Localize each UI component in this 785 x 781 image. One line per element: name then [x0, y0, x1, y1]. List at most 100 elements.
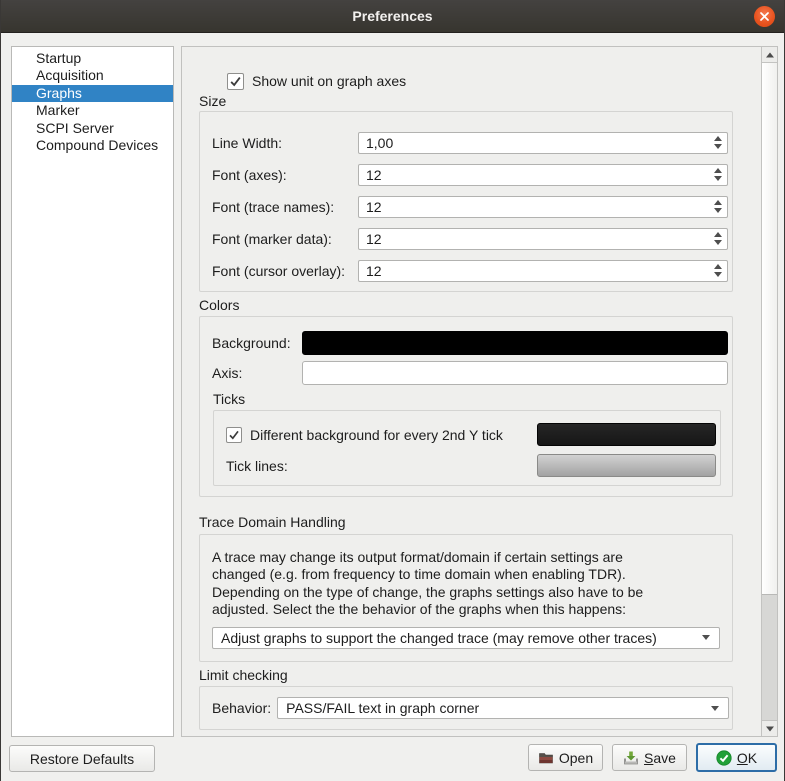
- font-axes-label: Font (axes):: [212, 167, 358, 183]
- checkmark-icon: [228, 429, 240, 441]
- save-icon: [623, 750, 639, 766]
- font-marker-data-spin-buttons[interactable]: [709, 229, 727, 249]
- limit-behavior-dropdown[interactable]: PASS/FAIL text in graph corner: [277, 697, 729, 719]
- sidebar-item-compound-devices[interactable]: Compound Devices: [12, 137, 173, 154]
- colors-group-title: Colors: [199, 297, 733, 315]
- close-button[interactable]: [754, 6, 775, 27]
- font-cursor-overlay-row: Font (cursor overlay): 12: [212, 260, 728, 282]
- open-button-label: Open: [559, 750, 593, 766]
- font-axes-row: Font (axes): 12: [212, 164, 728, 186]
- line-width-label: Line Width:: [212, 135, 358, 151]
- ticks-group-title: Ticks: [213, 391, 729, 407]
- size-groupbox: Line Width: 1,00 Font (axes): 12: [199, 111, 733, 292]
- font-cursor-overlay-spin-buttons[interactable]: [709, 261, 727, 281]
- size-group-title: Size: [199, 93, 733, 111]
- ok-button[interactable]: OK: [696, 743, 777, 772]
- background-color-row: Background:: [212, 331, 729, 355]
- spin-down-icon[interactable]: [714, 240, 722, 245]
- chevron-down-icon: [711, 706, 719, 711]
- trace-behavior-dropdown-value: Adjust graphs to support the changed tra…: [213, 630, 702, 646]
- chevron-down-icon: [702, 635, 710, 640]
- axis-color-row: Axis:: [212, 361, 729, 385]
- limit-behavior-row: Behavior: PASS/FAIL text in graph corner: [212, 697, 729, 719]
- spin-down-icon[interactable]: [714, 272, 722, 277]
- ok-check-icon: [716, 750, 732, 766]
- axis-color-button[interactable]: [302, 361, 728, 385]
- dialog-content: Startup Acquisition Graphs Marker SCPI S…: [1, 33, 784, 781]
- limit-groupbox: Behavior: PASS/FAIL text in graph corner: [199, 686, 733, 730]
- scrollbar-up-button[interactable]: [762, 47, 777, 63]
- tick-lines-row: Tick lines:: [226, 454, 718, 477]
- tick-background-color-button[interactable]: [537, 423, 716, 446]
- arrow-up-icon: [766, 52, 774, 57]
- spin-down-icon[interactable]: [714, 144, 722, 149]
- spin-down-icon[interactable]: [714, 176, 722, 181]
- font-trace-names-spinbox[interactable]: 12: [358, 196, 728, 218]
- spin-down-icon[interactable]: [714, 208, 722, 213]
- font-trace-names-label: Font (trace names):: [212, 199, 358, 215]
- font-marker-data-row: Font (marker data): 12: [212, 228, 728, 250]
- titlebar[interactable]: Preferences: [1, 0, 784, 33]
- font-marker-data-value[interactable]: 12: [359, 231, 709, 247]
- axis-color-label: Axis:: [212, 365, 302, 381]
- sidebar-item-acquisition[interactable]: Acquisition: [12, 67, 173, 84]
- line-width-spin-buttons[interactable]: [709, 133, 727, 153]
- tick-background-label: Different background for every 2nd Y tic…: [250, 427, 503, 443]
- font-trace-names-value[interactable]: 12: [359, 199, 709, 215]
- sidebar-item-startup[interactable]: Startup: [12, 50, 173, 67]
- sidebar-item-scpi-server[interactable]: SCPI Server: [12, 120, 173, 137]
- show-unit-checkbox[interactable]: [227, 73, 244, 90]
- spin-up-icon[interactable]: [714, 264, 722, 269]
- tick-lines-color-button[interactable]: [537, 454, 716, 477]
- close-icon: [759, 11, 770, 22]
- scrollbar-thumb[interactable]: [762, 63, 777, 595]
- graphs-settings-panel: Show unit on graph axes Size Line Width:…: [181, 46, 778, 737]
- sidebar-item-marker[interactable]: Marker: [12, 102, 173, 119]
- background-color-label: Background:: [212, 335, 302, 351]
- restore-defaults-label: Restore Defaults: [30, 751, 134, 767]
- open-button[interactable]: Open: [528, 744, 603, 771]
- folder-open-icon: [538, 750, 554, 766]
- line-width-spinbox[interactable]: 1,00: [358, 132, 728, 154]
- scrollbar-down-button[interactable]: [762, 720, 777, 736]
- font-marker-data-spinbox[interactable]: 12: [358, 228, 728, 250]
- spin-up-icon[interactable]: [714, 168, 722, 173]
- line-width-row: Line Width: 1,00: [212, 132, 728, 154]
- font-trace-names-row: Font (trace names): 12: [212, 196, 728, 218]
- trace-description-line: adjusted. Select the the behavior of the…: [212, 601, 720, 619]
- scrollbar-track[interactable]: [762, 595, 777, 720]
- trace-group-title: Trace Domain Handling: [199, 514, 733, 532]
- ticks-groupbox: Different background for every 2nd Y tic…: [213, 410, 721, 486]
- background-color-button[interactable]: [302, 331, 728, 355]
- trace-behavior-dropdown[interactable]: Adjust graphs to support the changed tra…: [212, 627, 720, 649]
- preferences-dialog: Preferences Startup Acquisition Graphs M…: [0, 0, 785, 781]
- spin-up-icon[interactable]: [714, 200, 722, 205]
- save-button-label: Save: [644, 750, 676, 766]
- window-title: Preferences: [352, 8, 432, 24]
- trace-groupbox: A trace may change its output format/dom…: [199, 534, 733, 662]
- line-width-value[interactable]: 1,00: [359, 135, 709, 151]
- limit-behavior-dropdown-value: PASS/FAIL text in graph corner: [278, 700, 711, 716]
- trace-description-line: A trace may change its output format/dom…: [212, 549, 720, 567]
- colors-groupbox: Background: Axis: Ticks: [199, 316, 733, 497]
- font-trace-names-spin-buttons[interactable]: [709, 197, 727, 217]
- font-axes-spinbox[interactable]: 12: [358, 164, 728, 186]
- arrow-down-icon: [766, 726, 774, 731]
- font-cursor-overlay-value[interactable]: 12: [359, 263, 709, 279]
- spin-up-icon[interactable]: [714, 232, 722, 237]
- tick-background-checkbox[interactable]: [226, 427, 242, 443]
- sidebar-item-graphs[interactable]: Graphs: [12, 85, 173, 102]
- show-unit-row: Show unit on graph axes: [227, 72, 733, 90]
- font-axes-spin-buttons[interactable]: [709, 165, 727, 185]
- limit-group-title: Limit checking: [199, 667, 733, 685]
- font-cursor-overlay-spinbox[interactable]: 12: [358, 260, 728, 282]
- tick-lines-label: Tick lines:: [226, 458, 288, 474]
- spin-up-icon[interactable]: [714, 136, 722, 141]
- ok-button-label: OK: [737, 750, 757, 766]
- show-unit-label: Show unit on graph axes: [252, 73, 406, 89]
- save-button[interactable]: Save: [612, 744, 687, 771]
- vertical-scrollbar[interactable]: [761, 47, 777, 736]
- font-axes-value[interactable]: 12: [359, 167, 709, 183]
- restore-defaults-button[interactable]: Restore Defaults: [9, 745, 155, 772]
- tick-background-row: Different background for every 2nd Y tic…: [226, 423, 718, 446]
